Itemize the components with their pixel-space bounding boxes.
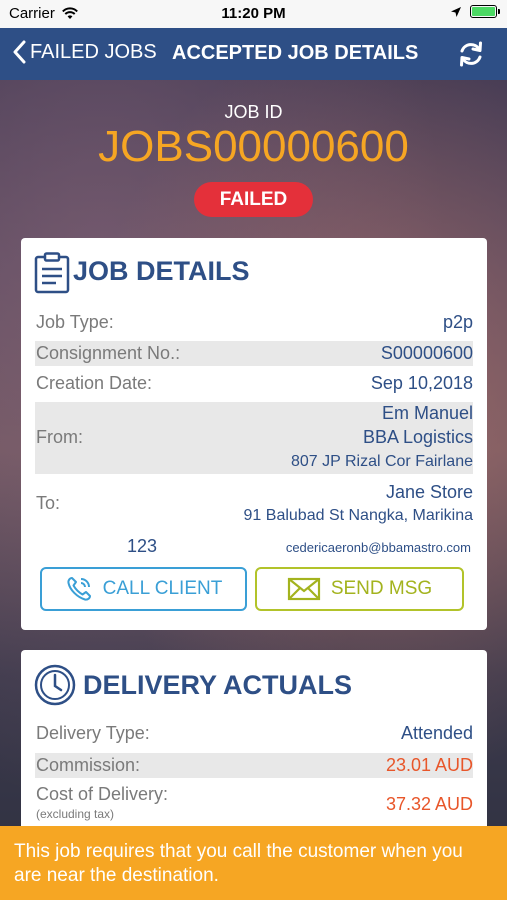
- status-badge: FAILED: [194, 182, 313, 217]
- phone-icon: [67, 577, 91, 601]
- from-label: From:: [36, 427, 83, 447]
- cost-label: Cost of Delivery:: [36, 784, 169, 804]
- to-label: To:: [36, 493, 61, 513]
- creation-date-label: Creation Date:: [36, 373, 153, 393]
- delivery-type-row: Delivery Type: Attended: [35, 723, 473, 747]
- clipboard-icon: [34, 252, 70, 294]
- phone-number: 123: [127, 536, 158, 556]
- job-details-card: JOB DETAILS Job Type: p2p Consignment No…: [21, 238, 487, 630]
- consignment-row: Consignment No.: S00000600: [35, 341, 473, 366]
- send-msg-button[interactable]: SEND MSG: [255, 567, 464, 611]
- job-type-row: Job Type: p2p: [35, 312, 473, 336]
- commission-label: Commission:: [36, 755, 141, 775]
- refresh-icon[interactable]: [457, 40, 485, 68]
- job-id-value: JOBS00000600: [98, 122, 409, 171]
- battery-fill: [472, 7, 495, 16]
- send-msg-label: SEND MSG: [330, 578, 433, 599]
- cost-note: (excluding tax): [36, 807, 115, 821]
- job-details-title: JOB DETAILS: [73, 256, 250, 286]
- from-address: 807 JP Rizal Cor Fairlane: [290, 453, 473, 470]
- creation-date-row: Creation Date: Sep 10,2018: [35, 373, 473, 397]
- notification-banner: This job requires that you call the cust…: [0, 826, 507, 900]
- email-address: cedericaeronb@bbamastro.com: [285, 540, 471, 555]
- call-client-button[interactable]: CALL CLIENT: [40, 567, 247, 611]
- cost-value: 37.32 AUD: [385, 794, 473, 814]
- back-label: FAILED JOBS: [30, 40, 157, 63]
- consignment-value: S00000600: [380, 343, 473, 363]
- chevron-left-icon: [13, 40, 26, 64]
- navigation-bar: FAILED JOBS ACCEPTED JOB DETAILS: [0, 28, 507, 80]
- clock: 11:20 PM: [221, 5, 286, 22]
- to-address: 91 Balubad St Nangka, Marikina: [243, 507, 473, 524]
- delivery-actuals-title: DELIVERY ACTUALS: [83, 670, 353, 700]
- delivery-type-label: Delivery Type:: [36, 723, 150, 743]
- to-name: Jane Store: [385, 482, 473, 502]
- delivery-type-value: Attended: [400, 723, 473, 743]
- commission-row: Commission: 23.01 AUD: [35, 753, 473, 778]
- from-row: From: Em Manuel BBA Logistics 807 JP Riz…: [35, 402, 473, 474]
- creation-date-value: Sep 10,2018: [370, 373, 473, 393]
- cost-row: Cost of Delivery: (excluding tax) 37.32 …: [35, 784, 473, 828]
- back-button[interactable]: FAILED JOBS: [12, 40, 157, 64]
- consignment-label: Consignment No.:: [36, 343, 181, 363]
- from-company: BBA Logistics: [362, 427, 473, 447]
- location-icon: [451, 6, 461, 17]
- clock-icon: [34, 664, 76, 706]
- status-bar: Carrier 11:20 PM: [0, 0, 507, 28]
- to-row: To: Jane Store 91 Balubad St Nangka, Mar…: [35, 482, 473, 530]
- job-id-label: JOB ID: [224, 102, 283, 122]
- job-type-label: Job Type:: [36, 312, 114, 332]
- envelope-icon: [287, 577, 320, 601]
- commission-value: 23.01 AUD: [385, 755, 473, 775]
- call-client-label: CALL CLIENT: [102, 578, 223, 599]
- job-type-value: p2p: [442, 312, 473, 332]
- page-title: ACCEPTED JOB DETAILS: [172, 42, 419, 64]
- battery-icon: [470, 5, 500, 18]
- from-name: Em Manuel: [381, 403, 473, 423]
